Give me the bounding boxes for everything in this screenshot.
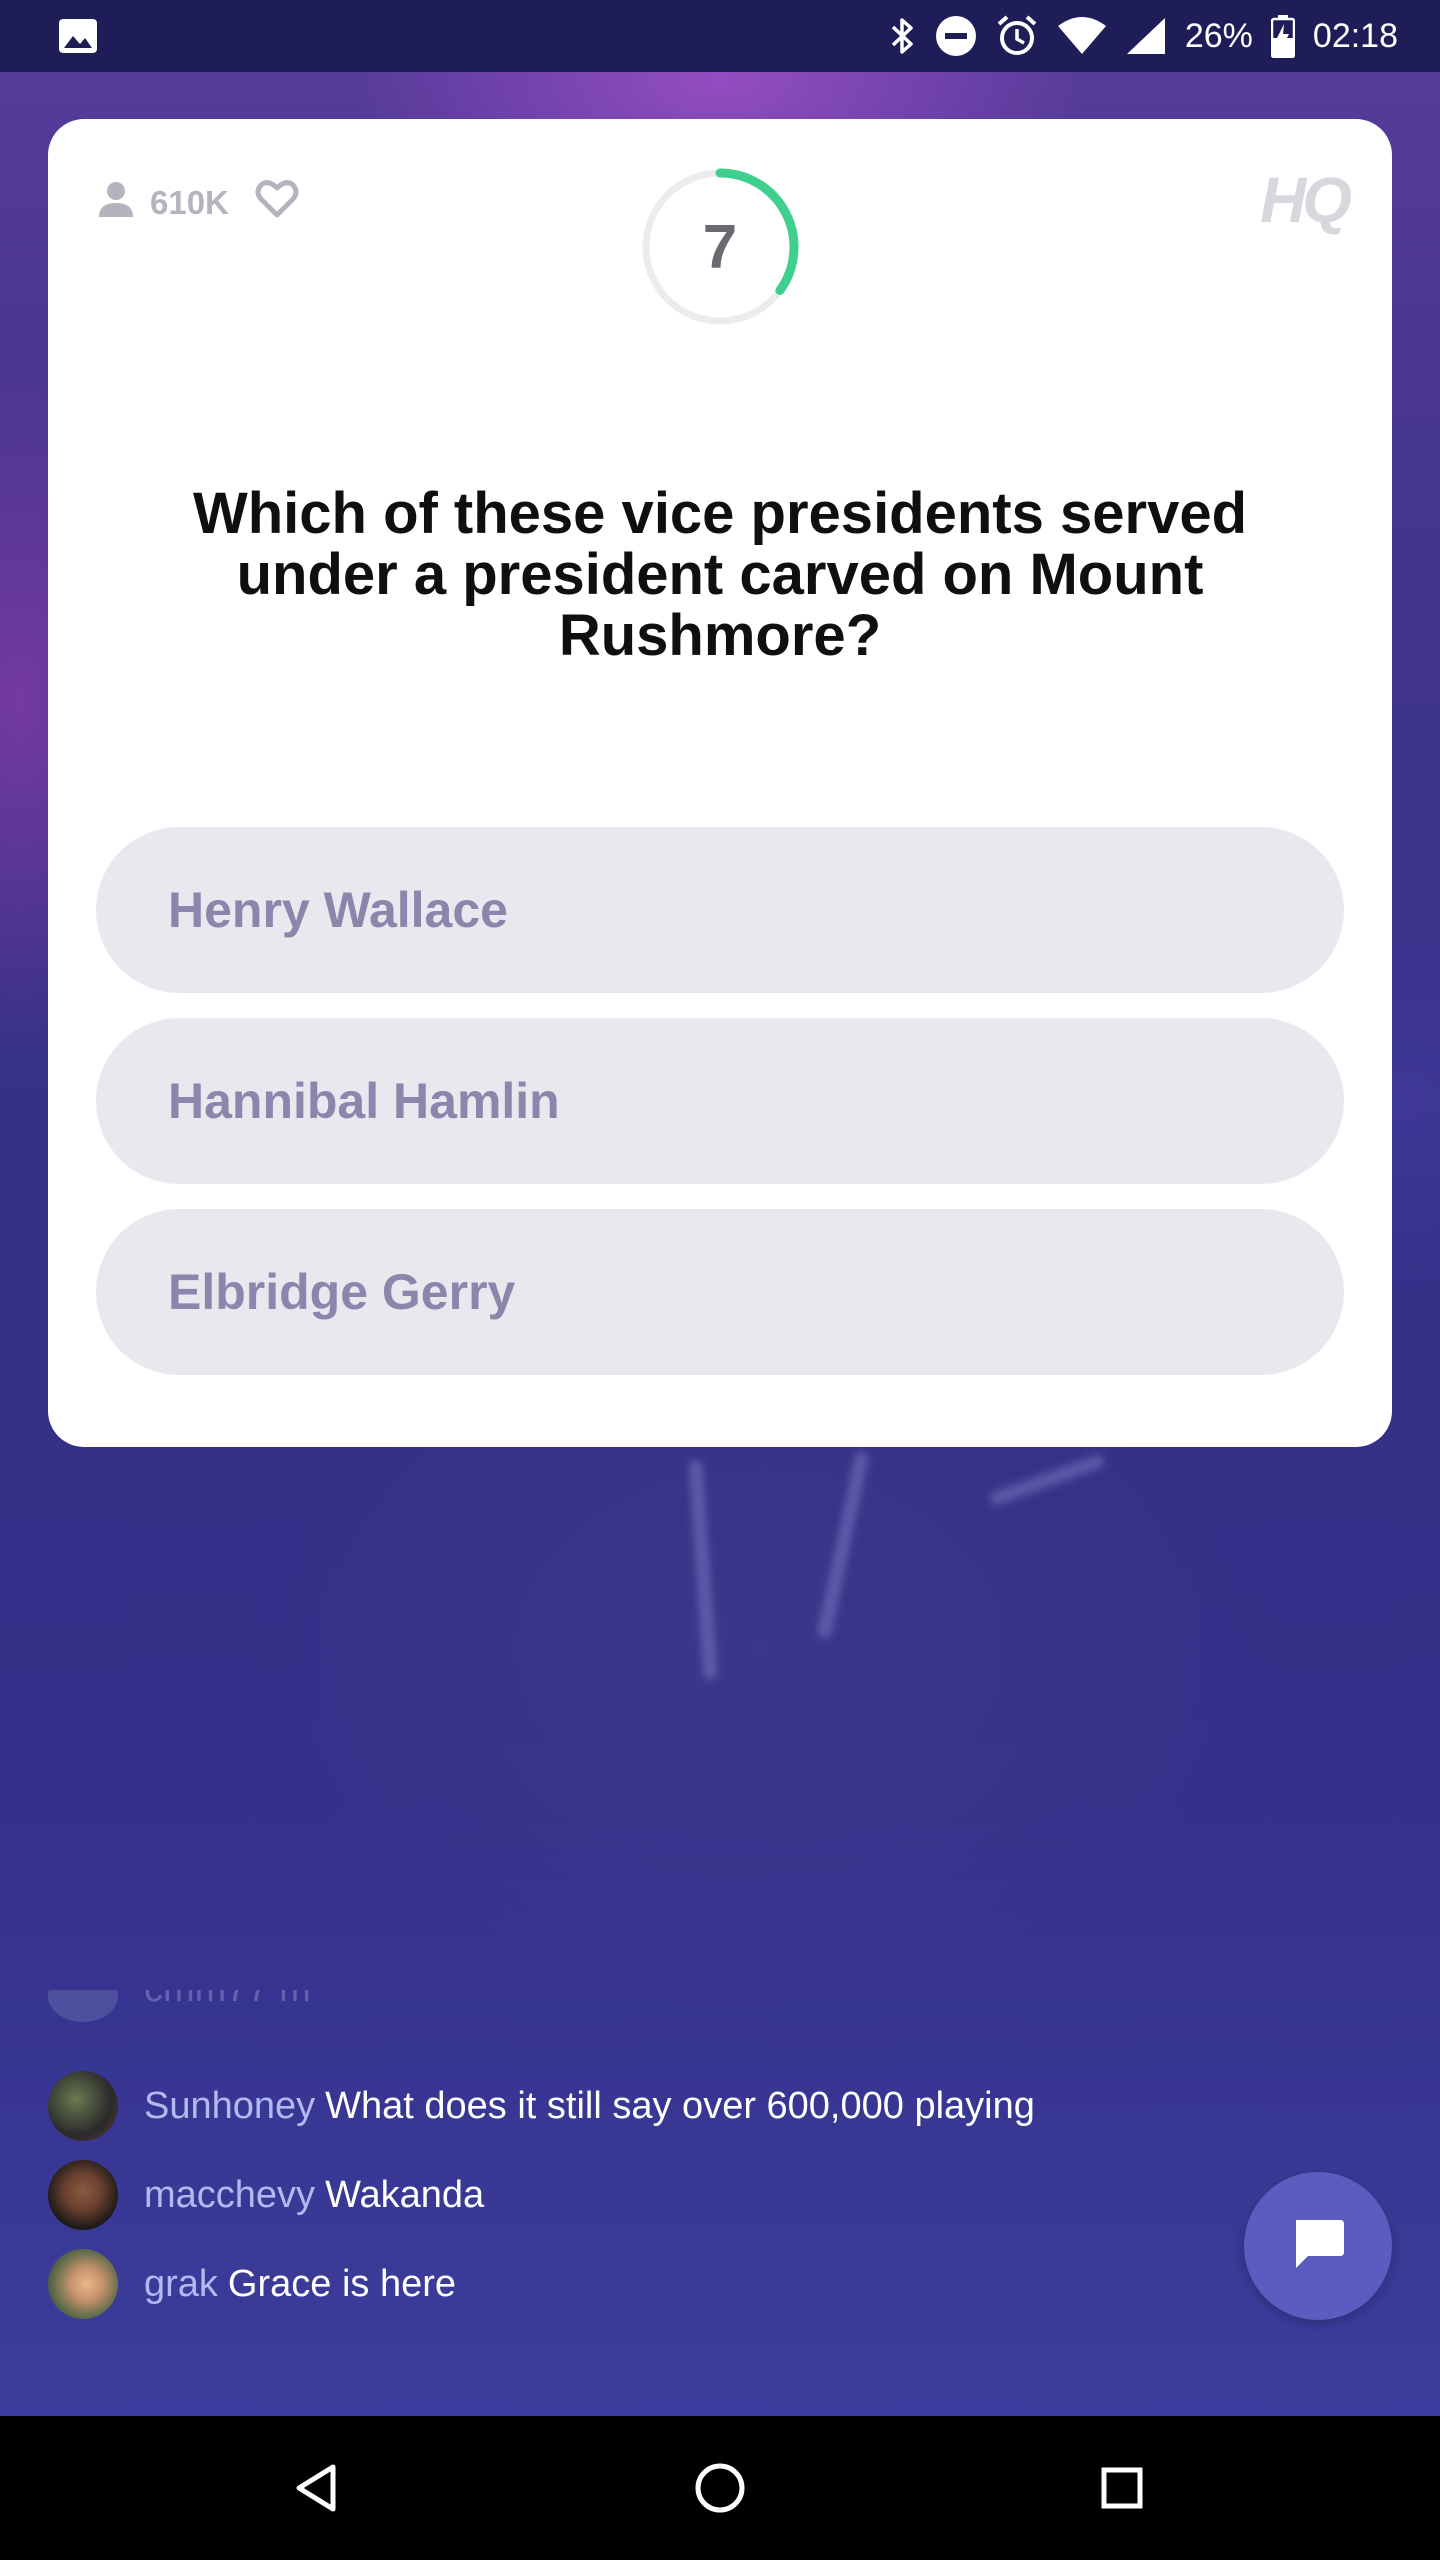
wifi-icon bbox=[1057, 16, 1107, 56]
timer-number: 7 bbox=[702, 212, 738, 282]
avatar bbox=[48, 1990, 118, 2022]
image-icon bbox=[58, 18, 98, 54]
chat-text: Wakanda bbox=[325, 2173, 485, 2216]
question-card: 610K 7 HQ Which of these vice presidents… bbox=[48, 119, 1392, 1447]
background-light-streak bbox=[688, 1459, 718, 1681]
chat-username: grak bbox=[144, 2262, 218, 2305]
background-light-streak bbox=[988, 1452, 1106, 1508]
back-button[interactable] bbox=[286, 2456, 350, 2520]
chat-message: macchevy Wakanda bbox=[48, 2159, 484, 2231]
countdown-timer: 7 bbox=[640, 167, 800, 327]
heart-icon[interactable] bbox=[255, 179, 299, 227]
recents-button[interactable] bbox=[1090, 2456, 1154, 2520]
chat-message-faded: cmm77 m bbox=[48, 1990, 321, 2040]
status-bar: 26% 02:18 bbox=[0, 0, 1440, 72]
back-triangle-icon bbox=[296, 2464, 336, 2512]
clock-time: 02:18 bbox=[1312, 16, 1398, 55]
chat-text: Grace is here bbox=[227, 2262, 457, 2305]
answer-option-2[interactable]: Hannibal Hamlin bbox=[96, 1018, 1344, 1184]
question-text: Which of these vice presidents served un… bbox=[192, 481, 1248, 668]
alarm-icon bbox=[995, 14, 1039, 58]
chat-username: macchevy bbox=[144, 2173, 316, 2216]
user-icon bbox=[96, 179, 136, 227]
home-circle-icon bbox=[695, 2463, 745, 2513]
chat-bubble-icon bbox=[1288, 2214, 1348, 2279]
signal-icon bbox=[1125, 16, 1167, 56]
avatar bbox=[48, 2160, 118, 2230]
hq-logo: HQ bbox=[1260, 164, 1352, 236]
chat-message: grak Grace is here bbox=[48, 2248, 456, 2320]
chat-username: cmm77 m bbox=[144, 1990, 311, 2011]
home-button[interactable] bbox=[688, 2456, 752, 2520]
chat-button[interactable] bbox=[1244, 2172, 1392, 2320]
viewer-count: 610K bbox=[96, 179, 299, 227]
chat-text: What does it still say over 600,000 play… bbox=[325, 2084, 1035, 2127]
system-navigation-bar bbox=[0, 2416, 1440, 2560]
avatar bbox=[48, 2071, 118, 2141]
chat-username: Sunhoney bbox=[144, 2084, 316, 2127]
bluetooth-icon bbox=[889, 16, 917, 56]
answer-option-1[interactable]: Henry Wallace bbox=[96, 827, 1344, 993]
recents-square-icon bbox=[1101, 2467, 1143, 2509]
do-not-disturb-icon bbox=[935, 15, 977, 57]
answer-option-3[interactable]: Elbridge Gerry bbox=[96, 1209, 1344, 1375]
battery-charging-icon bbox=[1270, 14, 1295, 58]
background-light-streak bbox=[816, 1450, 870, 1640]
viewer-count-label: 610K bbox=[150, 184, 229, 221]
battery-percent: 26% bbox=[1184, 16, 1253, 55]
avatar bbox=[48, 2249, 118, 2319]
chat-message: Sunhoney What does it still say over 600… bbox=[48, 2070, 1035, 2142]
